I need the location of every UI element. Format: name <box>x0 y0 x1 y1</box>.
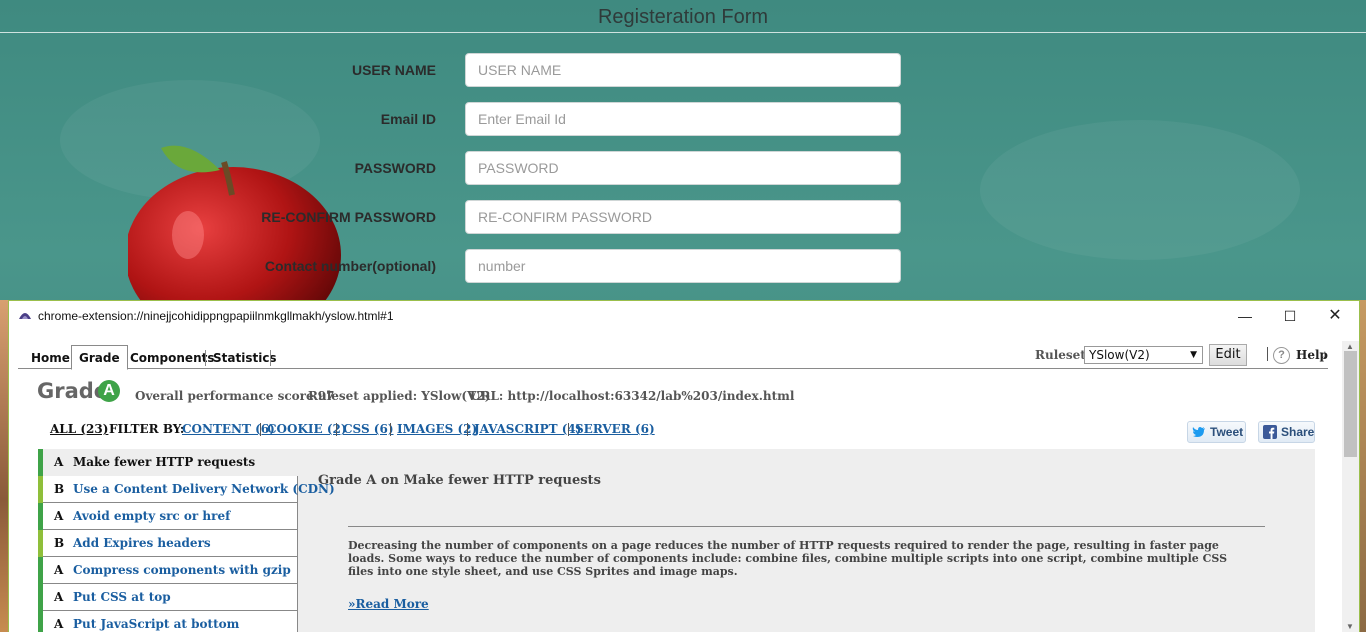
facebook-icon <box>1263 425 1277 439</box>
email-input[interactable] <box>465 102 901 136</box>
rule-item[interactable]: A Compress components with gzip <box>38 557 298 584</box>
filter-all-link[interactable]: ALL (23) <box>50 422 108 436</box>
filter-divider <box>390 423 391 436</box>
tab-statistics[interactable]: Statistics <box>213 347 277 369</box>
grade-stripe <box>38 476 43 503</box>
filter-javascript-link[interactable]: JAVASCRIPT (4) <box>474 422 581 436</box>
share-button[interactable]: Share <box>1258 421 1315 443</box>
chalk-smudge <box>980 120 1300 260</box>
ruleset-applied: Ruleset applied: YSlow(V2) <box>308 389 491 403</box>
filter-divider <box>568 423 569 436</box>
username-input[interactable] <box>465 53 901 87</box>
grade-stripe <box>38 584 43 611</box>
form-row-contact: Contact number(optional) <box>0 249 1366 283</box>
grade-content-area: A Make fewer HTTP requests B Use a Conte… <box>38 449 1315 632</box>
rule-grade: A <box>54 590 64 604</box>
grade-stripe <box>38 449 43 476</box>
rule-grade: A <box>54 617 64 631</box>
grade-stripe <box>38 557 43 584</box>
scroll-down-icon[interactable]: ▼ <box>1346 622 1354 631</box>
grade-stripe <box>38 503 43 530</box>
help-icon[interactable]: ? <box>1273 347 1290 364</box>
form-row-reconfirm: RE-CONFIRM PASSWORD <box>0 200 1366 234</box>
maximize-icon[interactable]: ☐ <box>1276 306 1304 326</box>
rule-name: Put JavaScript at bottom <box>73 617 240 631</box>
form-title: Registeration Form <box>0 0 1366 33</box>
read-more-link[interactable]: »Read More <box>348 597 429 611</box>
email-label: Email ID <box>380 111 436 127</box>
filter-by-label: FILTER BY: <box>109 422 185 436</box>
tab-divider <box>270 350 271 366</box>
window-url: chrome-extension://ninejjcohidippngpapii… <box>38 309 394 323</box>
yslow-window: chrome-extension://ninejjcohidippngpapii… <box>8 300 1360 632</box>
rule-grade: B <box>54 536 65 550</box>
filter-divider <box>467 423 468 436</box>
chevron-down-icon: ▼ <box>1190 350 1197 360</box>
contact-input[interactable] <box>465 249 901 283</box>
toolbar-divider <box>1267 347 1268 361</box>
grade-stripe <box>38 530 43 557</box>
tab-grade[interactable]: Grade <box>71 345 128 370</box>
form-row-username: USER NAME <box>0 53 1366 87</box>
overall-score: Overall performance score 97 <box>135 389 335 403</box>
rule-grade: A <box>54 563 64 577</box>
rule-name: Use a Content Delivery Network (CDN) <box>73 482 335 496</box>
rule-item[interactable]: B Use a Content Delivery Network (CDN) <box>38 476 335 503</box>
rule-name: Make fewer HTTP requests <box>73 455 256 469</box>
rule-grade: A <box>54 455 64 469</box>
rule-item[interactable]: A Avoid empty src or href <box>38 503 298 530</box>
desk-edge-left <box>0 300 8 632</box>
vertical-scrollbar[interactable]: ▲ ▼ <box>1342 341 1359 632</box>
rule-name: Compress components with gzip <box>73 563 291 577</box>
rule-grade: B <box>54 482 65 496</box>
scroll-up-icon[interactable]: ▲ <box>1346 342 1354 351</box>
tab-home[interactable]: Home <box>31 347 70 369</box>
scroll-thumb[interactable] <box>1344 351 1357 457</box>
tweet-label: Tweet <box>1210 425 1244 439</box>
rule-name: Add Expires headers <box>73 536 211 550</box>
rule-detail-title: Grade A on Make fewer HTTP requests <box>318 473 601 488</box>
form-row-password: PASSWORD <box>0 151 1366 185</box>
contact-label: Contact number(optional) <box>264 258 436 274</box>
rule-item[interactable]: B Add Expires headers <box>38 530 298 557</box>
detail-divider <box>348 526 1265 527</box>
filter-images-link[interactable]: IMAGES (2) <box>397 422 477 436</box>
ruleset-selected-value: YSlow(V2) <box>1089 348 1150 362</box>
rule-item[interactable]: A Put JavaScript at bottom <box>38 611 298 632</box>
grade-stripe <box>38 611 43 632</box>
rule-grade: A <box>54 509 64 523</box>
tab-components[interactable]: Components <box>130 347 215 369</box>
form-row-email: Email ID <box>0 102 1366 136</box>
grade-badge: A <box>98 380 120 402</box>
password-label: PASSWORD <box>354 160 436 176</box>
window-titlebar[interactable]: chrome-extension://ninejjcohidippngpapii… <box>9 301 1359 331</box>
filter-divider <box>260 423 261 436</box>
reconfirm-password-input[interactable] <box>465 200 901 234</box>
rule-detail-text: Decreasing the number of components on a… <box>348 539 1228 578</box>
edit-ruleset-button[interactable]: Edit <box>1209 344 1247 366</box>
filter-server-link[interactable]: SERVER (6) <box>575 422 655 436</box>
desk-edge-right <box>1360 300 1366 632</box>
filter-cookie-link[interactable]: COOKIE (2) <box>267 422 347 436</box>
rule-name: Avoid empty src or href <box>73 509 231 523</box>
username-label: USER NAME <box>351 62 436 78</box>
share-label: Share <box>1281 425 1315 439</box>
close-icon[interactable]: ✕ <box>1321 306 1349 326</box>
yslow-logo-icon <box>19 313 31 319</box>
arrow-down-icon[interactable]: ↓ <box>1322 347 1328 361</box>
tab-divider <box>205 350 206 366</box>
password-input[interactable] <box>465 151 901 185</box>
ruleset-select[interactable]: YSlow(V2) ▼ <box>1084 346 1203 364</box>
filter-css-link[interactable]: CSS (6) <box>343 422 394 436</box>
filter-divider <box>336 423 337 436</box>
rule-name: Put CSS at top <box>73 590 171 604</box>
reconfirm-password-label: RE-CONFIRM PASSWORD <box>261 209 436 225</box>
rule-item[interactable]: A Put CSS at top <box>38 584 298 611</box>
tweet-button[interactable]: Tweet <box>1187 421 1246 443</box>
minimize-icon[interactable]: — <box>1231 306 1259 326</box>
page-url: URL: http://localhost:63342/lab%203/inde… <box>470 389 795 403</box>
rule-item[interactable]: A Make fewer HTTP requests <box>38 449 298 476</box>
twitter-icon <box>1192 427 1205 437</box>
